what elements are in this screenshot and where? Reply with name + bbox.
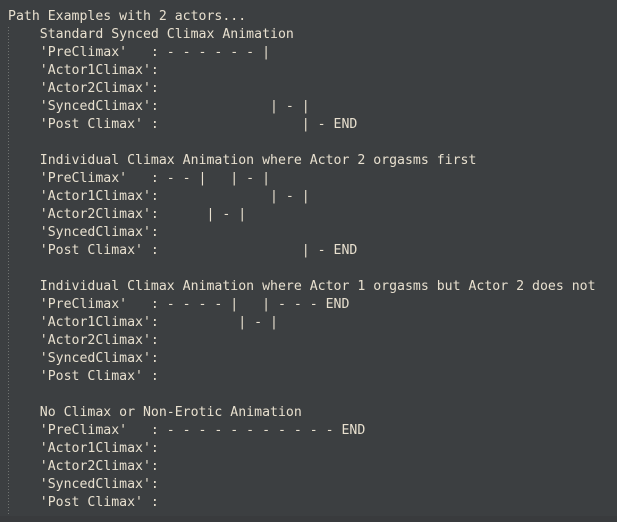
console-line: 'Post Climax' : (8, 495, 159, 510)
console-line: Standard Synced Climax Animation (8, 27, 294, 42)
console-line: 'Actor2Climax': | - | (8, 207, 247, 222)
console-line: 'Post Climax' : (8, 369, 159, 384)
console-line: 'SyncedClimax': (8, 351, 159, 366)
console-line: 'Actor1Climax': (8, 441, 159, 456)
console-line: 'SyncedClimax': | - | (8, 99, 310, 114)
console-output-panel[interactable]: Path Examples with 2 actors... Standard … (0, 0, 617, 522)
console-line: 'Actor1Climax': | - | (8, 189, 310, 204)
console-line: 'Actor2Climax': (8, 81, 159, 96)
console-line-blank (0, 134, 617, 152)
console-line: 'SyncedClimax': (8, 225, 159, 240)
console-line: No Climax or Non-Erotic Animation (8, 405, 302, 420)
console-line: 'SyncedClimax': (8, 477, 159, 492)
console-line: 'PreClimax' : - - - - | | - - - END (8, 297, 350, 312)
console-line: 'Actor1Climax': (8, 63, 159, 78)
console-lines: Path Examples with 2 actors... Standard … (0, 0, 617, 512)
console-line: Individual Climax Animation where Actor … (8, 153, 477, 168)
bottom-strip (0, 516, 617, 522)
console-line-blank (0, 386, 617, 404)
console-line-blank (0, 260, 617, 278)
console-line: 'Post Climax' : | - END (8, 243, 358, 258)
console-line: 'Actor1Climax': | - | (8, 315, 278, 330)
console-line: 'PreClimax' : - - | | - | (8, 171, 271, 186)
console-line: Path Examples with 2 actors... (8, 9, 247, 24)
console-line: 'PreClimax' : - - - - - - | (8, 45, 271, 60)
console-line: 'Actor2Climax': (8, 459, 159, 474)
console-line: 'Post Climax' : | - END (8, 117, 358, 132)
console-line: Individual Climax Animation where Actor … (8, 279, 596, 294)
console-line: 'PreClimax' : - - - - - - - - - - - END (8, 423, 366, 438)
console-line: 'Actor2Climax': (8, 333, 159, 348)
